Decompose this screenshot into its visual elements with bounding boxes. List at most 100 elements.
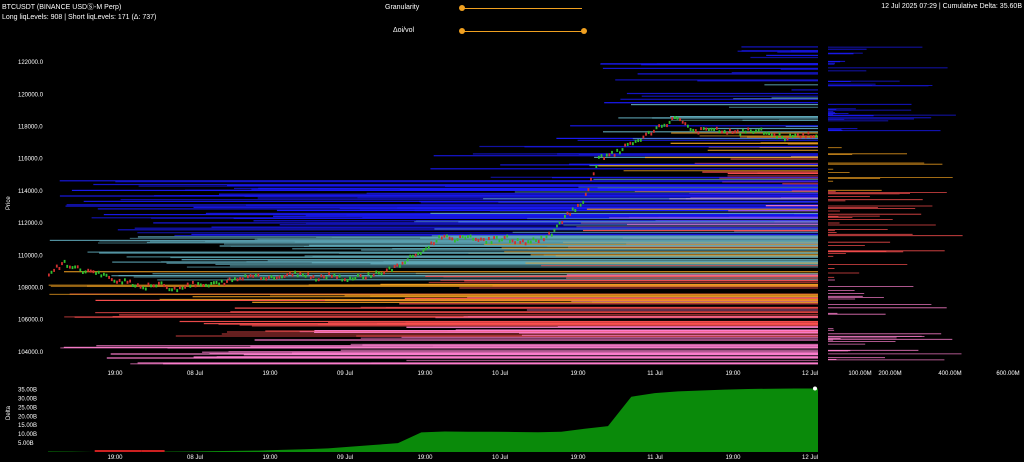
liq-level-line [750,56,818,59]
price-candle [438,235,440,239]
price-candle [184,285,186,289]
liq-level-line [159,298,819,301]
price-candle [50,270,53,274]
liq-level-line [193,356,819,358]
price-candle [579,203,582,207]
liq-level-line [645,156,818,159]
price-candle [71,266,74,270]
liq-level-line [593,178,818,180]
price-candle [535,239,537,242]
price-candle [417,252,420,256]
price-candle [315,278,317,282]
price-candle [427,245,430,249]
price-candle [380,272,383,276]
liq-level-line [305,214,818,216]
price-candle [63,259,66,263]
price-candle [781,136,784,139]
price-candle [749,129,752,133]
price-candle [89,269,92,273]
liq-level-line [731,72,818,74]
price-candle [472,237,475,241]
price-candle [425,247,427,251]
price-candle [650,132,653,136]
time-tick-label: 08 Jul [187,371,203,377]
profile-tick-label: 100.00M [848,371,871,377]
price-candle [142,286,145,290]
price-candle [126,280,129,284]
price-candle [168,288,171,292]
time-tick-label: 19:00 [262,371,278,377]
price-candle [199,283,202,287]
price-candle [736,129,739,133]
liq-level-line [603,131,818,133]
price-candle [679,118,681,122]
liq-level-line [186,266,818,268]
price-tick-label: 112000.0 [18,221,43,227]
liq-level-line [64,271,818,273]
liq-level-line [620,98,818,100]
price-candle [791,135,794,138]
liq-level-line [230,311,819,313]
liq-level-line [586,208,818,210]
liq-level-line [604,102,818,104]
price-candle [165,286,168,290]
price-candle [239,277,241,281]
price-candle [419,251,422,255]
delta-tick-label: 5.00B [18,441,34,447]
liq-level-line [181,259,819,261]
price-tick-label: 116000.0 [18,157,43,163]
price-candle [647,130,650,134]
price-candle [784,138,786,142]
price-candle [456,238,459,242]
price-candle [330,274,333,278]
price-candle [723,129,726,133]
price-candle [511,239,514,243]
liq-level-line [440,279,818,281]
price-candle [401,261,404,265]
liq-level-line [340,349,818,351]
price-candle [498,239,501,243]
price-candle [210,282,213,285]
price-candle [506,234,509,238]
liq-level-line [361,249,818,251]
price-candle [501,238,503,242]
price-candle [349,276,351,280]
price-candle [317,278,320,282]
price-candle [105,273,108,277]
price-candle [202,284,205,287]
liq-level-line [791,190,818,192]
price-candle [642,135,645,139]
price-candle [461,235,464,238]
liq-level-line [254,339,819,341]
price-candle [681,120,684,124]
liq-level-line [60,347,819,349]
liq-level-line [308,284,818,286]
price-candle [110,278,113,282]
price-candle [776,136,778,139]
price-candle [503,235,506,239]
delta-axis-label: Delta [6,405,12,420]
price-candle [95,271,97,275]
liq-level-line [484,243,818,245]
delta-time-tick-label: 12 Jul [802,455,818,461]
price-candle [566,211,569,215]
liq-level-line [119,314,819,316]
price-candle [804,135,807,139]
price-candle [516,238,519,242]
liq-level-line [404,297,818,299]
price-candle [721,130,723,134]
negative-delta-segment [141,450,165,452]
liq-level-line [541,265,818,267]
price-tick-label: 106000.0 [18,318,44,324]
liq-level-line [115,181,819,183]
price-candle [249,274,252,278]
price-candle [113,279,116,283]
liq-level-line [656,63,818,65]
price-candle [69,265,71,269]
liq-level-line [430,168,818,170]
liq-level-line [211,226,818,228]
liq-level-line [671,132,818,134]
price-candle [231,279,234,283]
price-candle [786,137,789,141]
price-candle [260,277,262,281]
